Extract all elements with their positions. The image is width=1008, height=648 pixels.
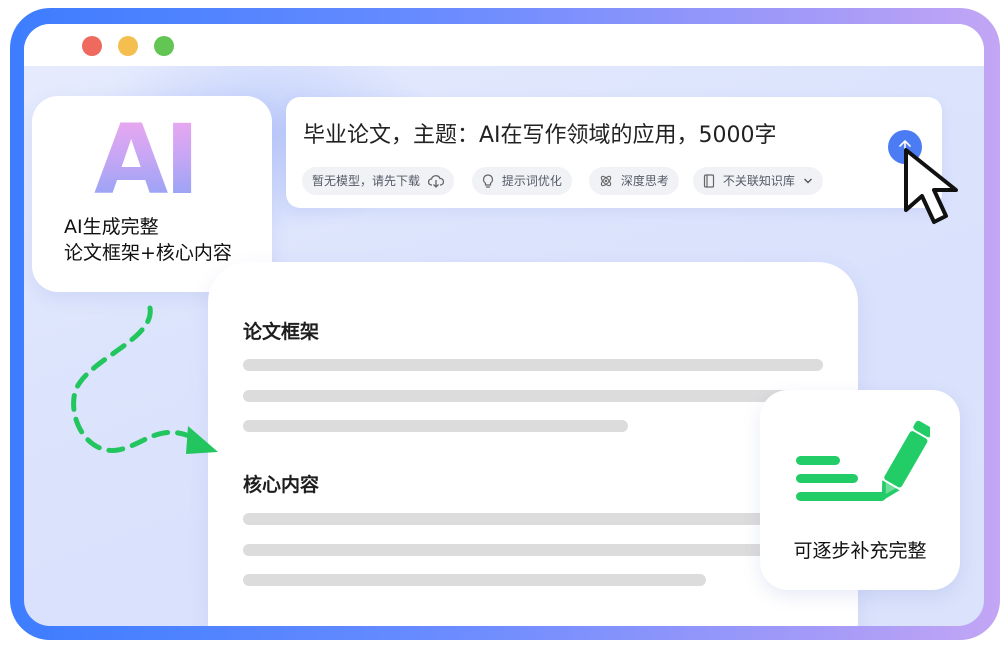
ai-feature-description: AI生成完整 论文框架+核心内容 xyxy=(64,214,274,266)
title-bar xyxy=(24,24,984,66)
section-title-core-content: 核心内容 xyxy=(243,474,320,496)
prompt-optimize-label: 提示词优化 xyxy=(501,174,562,188)
deep-thinking-label: 深度思考 xyxy=(620,174,669,188)
knowledge-base-select[interactable]: 不关联知识库 xyxy=(693,167,823,195)
mouse-pointer-icon xyxy=(904,148,958,224)
model-chip-label: 暂无模型，请先下载 xyxy=(312,174,421,188)
close-window-button[interactable] xyxy=(82,36,102,56)
ai-feature-line-1: AI生成完整 xyxy=(64,216,159,238)
maximize-window-button[interactable] xyxy=(154,36,174,56)
prompt-text[interactable]: 毕业论文，主题：AI在写作领域的应用，5000字 xyxy=(303,117,777,149)
pencil-lines-icon xyxy=(796,420,930,501)
prompt-input-box[interactable]: 毕业论文，主题：AI在写作领域的应用，5000字 暂无模型，请先下载 提示词优化 xyxy=(286,97,942,208)
chevron-down-icon xyxy=(803,178,812,183)
knowledge-base-label: 不关联知识库 xyxy=(722,174,795,188)
cloud-download-icon xyxy=(427,174,444,188)
ai-logo: AI xyxy=(94,104,200,216)
book-icon xyxy=(703,173,715,188)
prompt-optimize-chip[interactable]: 提示词优化 xyxy=(472,167,572,195)
section-title-framework: 论文框架 xyxy=(243,321,320,343)
placeholder-line xyxy=(243,544,823,556)
lightbulb-icon xyxy=(482,173,494,188)
placeholder-line xyxy=(243,390,823,402)
refine-feature-text: 可逐步补充完整 xyxy=(793,540,927,562)
placeholder-line xyxy=(243,513,823,525)
refine-feature-card: 可逐步补充完整 xyxy=(760,390,960,590)
placeholder-line xyxy=(243,420,628,432)
minimize-window-button[interactable] xyxy=(118,36,138,56)
atom-icon xyxy=(600,175,612,186)
model-chip[interactable]: 暂无模型，请先下载 xyxy=(302,167,454,195)
placeholder-line xyxy=(243,359,823,371)
flow-arrow xyxy=(71,305,218,454)
deep-thinking-chip[interactable]: 深度思考 xyxy=(589,167,679,195)
placeholder-line xyxy=(243,574,706,586)
